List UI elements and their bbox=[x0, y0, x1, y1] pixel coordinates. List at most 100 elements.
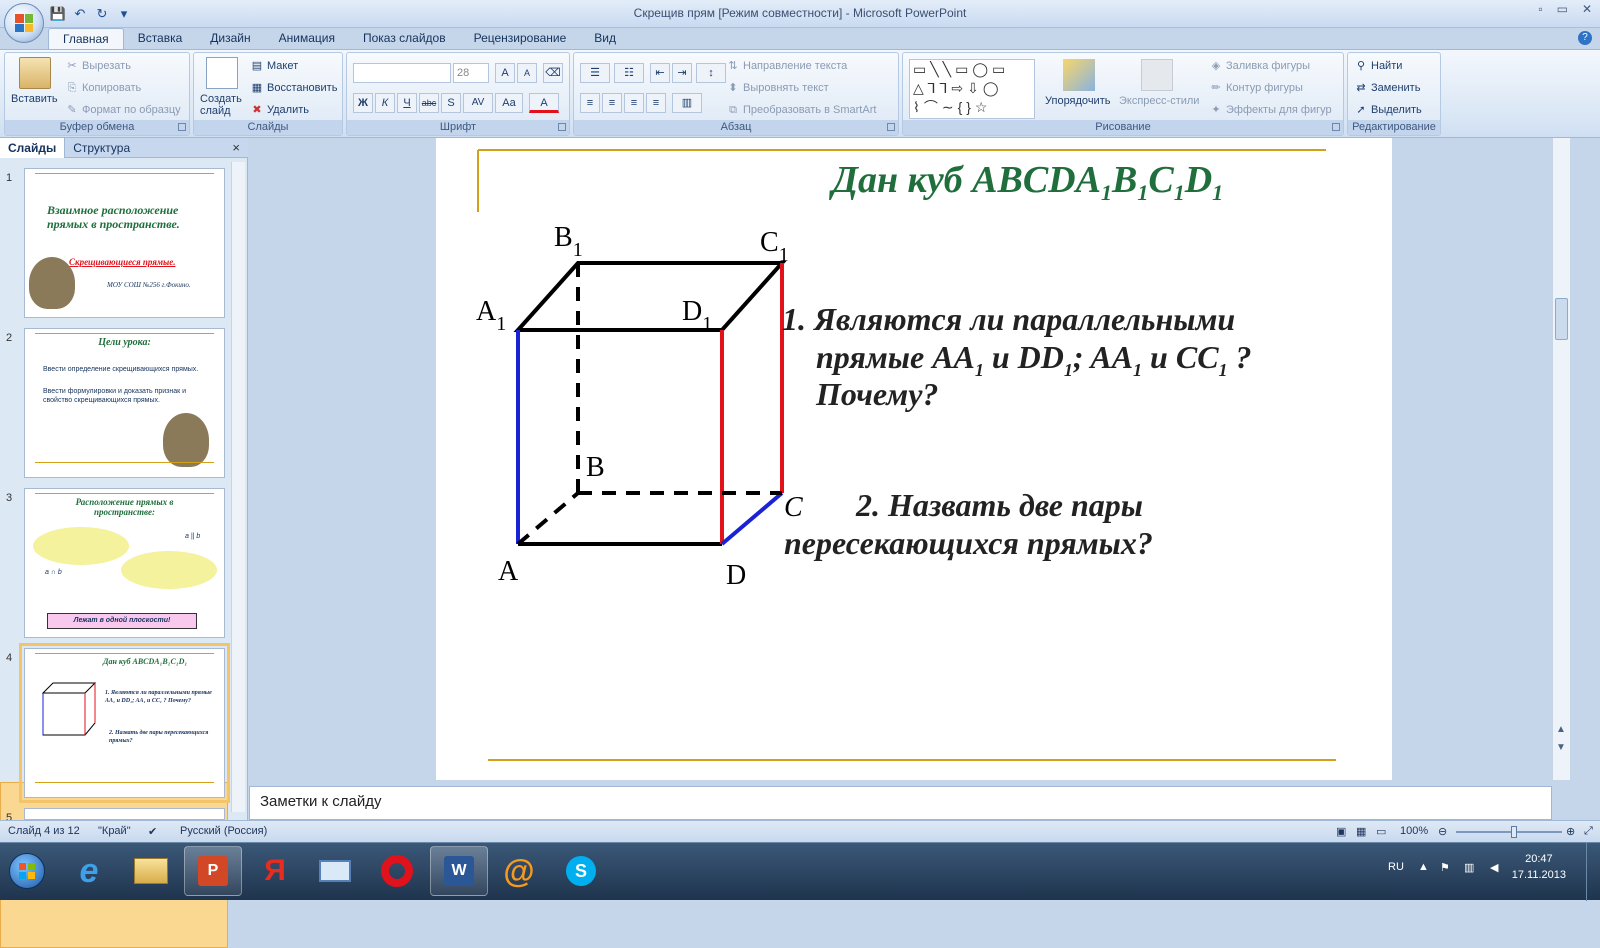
redo-icon[interactable]: ↻ bbox=[94, 6, 110, 22]
slide-thumbnail-1[interactable]: Взаимное расположение прямых в пространс… bbox=[24, 168, 225, 318]
volume-icon[interactable]: ◀ bbox=[1490, 861, 1498, 874]
tab-slides[interactable]: Слайды bbox=[0, 138, 66, 158]
align-right-icon[interactable]: ≡ bbox=[624, 93, 644, 113]
bold-button[interactable]: Ж bbox=[353, 93, 373, 113]
qat-more-icon[interactable]: ▾ bbox=[116, 6, 132, 22]
opera-taskbar-icon[interactable] bbox=[368, 846, 426, 896]
tab-review[interactable]: Рецензирование bbox=[460, 28, 581, 50]
prev-slide-icon[interactable]: ▲ bbox=[1556, 724, 1566, 735]
reset-button[interactable]: ▦ Восстановить bbox=[250, 81, 338, 95]
tab-design[interactable]: Дизайн bbox=[196, 28, 264, 50]
scroll-thumb[interactable] bbox=[1555, 298, 1568, 340]
clear-format-icon[interactable]: ⌫ bbox=[543, 63, 563, 83]
clock[interactable]: 20:47 17.11.2013 bbox=[1512, 851, 1566, 883]
start-button[interactable] bbox=[2, 846, 52, 896]
spellcheck-icon[interactable]: ✔ bbox=[148, 825, 157, 838]
format-painter-button[interactable]: ✎ Формат по образцу bbox=[65, 103, 180, 117]
network-icon[interactable]: ▥ bbox=[1464, 861, 1474, 874]
paragraph-launcher-icon[interactable] bbox=[887, 123, 895, 131]
tab-view[interactable]: Вид bbox=[580, 28, 630, 50]
slide-thumbnail-3[interactable]: Расположение прямых в пространстве: a ||… bbox=[24, 488, 225, 638]
next-slide-icon[interactable]: ▼ bbox=[1556, 742, 1566, 753]
font-launcher-icon[interactable] bbox=[558, 123, 566, 131]
close-button[interactable]: ✕ bbox=[1582, 2, 1592, 16]
cut-button[interactable]: ✂ Вырезать bbox=[65, 59, 131, 73]
shape-fill-button[interactable]: ◈ Заливка фигуры bbox=[1209, 59, 1310, 73]
normal-view-icon[interactable]: ▣ bbox=[1336, 825, 1346, 838]
tab-insert[interactable]: Вставка bbox=[124, 28, 197, 50]
increase-indent-icon[interactable]: ⇥ bbox=[672, 63, 692, 83]
select-button[interactable]: ➚ Выделить bbox=[1354, 103, 1421, 117]
minimize-button[interactable]: ▫ bbox=[1538, 2, 1542, 16]
pane-close-icon[interactable]: × bbox=[232, 140, 240, 155]
undo-icon[interactable]: ↶ bbox=[72, 6, 88, 22]
yandex-taskbar-icon[interactable]: Я bbox=[246, 846, 304, 896]
pane-scrollbar[interactable] bbox=[231, 162, 245, 812]
shape-effects-button[interactable]: ✦ Эффекты для фигур bbox=[1209, 103, 1331, 117]
shrink-font-button[interactable]: A bbox=[517, 63, 537, 83]
numbering-icon[interactable]: ☷ bbox=[614, 63, 644, 83]
delete-slide-button[interactable]: ✖ Удалить bbox=[250, 103, 309, 117]
font-name-combo[interactable] bbox=[353, 63, 451, 83]
shapes-gallery[interactable]: ▭╲╲▭◯▭ △⅂⅂⇨⇩◯ ⌇⌒∼{}☆ bbox=[909, 59, 1035, 119]
zoom-in-icon[interactable]: ⊕ bbox=[1566, 825, 1575, 838]
paste-button[interactable]: Вставить bbox=[11, 93, 58, 105]
shadow-button[interactable]: S bbox=[441, 93, 461, 113]
justify-icon[interactable]: ≡ bbox=[646, 93, 666, 113]
change-case-button[interactable]: Aa bbox=[495, 93, 523, 113]
tab-slideshow[interactable]: Показ слайдов bbox=[349, 28, 460, 50]
skype-taskbar-icon[interactable]: S bbox=[552, 846, 610, 896]
bullets-icon[interactable]: ☰ bbox=[580, 63, 610, 83]
slideshow-view-icon[interactable]: ▭ bbox=[1376, 825, 1386, 838]
smartart-button[interactable]: ⧉ Преобразовать в SmartArt bbox=[726, 103, 876, 117]
office-button[interactable] bbox=[4, 3, 44, 43]
maximize-button[interactable]: ▭ bbox=[1557, 2, 1568, 16]
strikethrough-button[interactable]: abc bbox=[419, 93, 439, 113]
fit-window-icon[interactable]: ⤢ bbox=[1584, 825, 1593, 838]
grow-font-button[interactable]: A bbox=[495, 63, 515, 83]
font-size-combo[interactable]: 28 bbox=[453, 63, 489, 83]
slide-thumbnail-4[interactable]: Дан куб ABCDA₁B₁C₁D₁ 1. Являются ли пара… bbox=[19, 643, 230, 803]
font-color-button[interactable]: A bbox=[529, 93, 559, 113]
slide-canvas[interactable]: Дан куб ABCDA1B1C1D1 A1 B1 C1 D1 B A D C… bbox=[436, 138, 1392, 780]
replace-button[interactable]: ⇄ Заменить bbox=[1354, 81, 1420, 95]
italic-button[interactable]: К bbox=[375, 93, 395, 113]
explorer-taskbar-icon[interactable] bbox=[122, 846, 180, 896]
copy-button[interactable]: ⎘ Копировать bbox=[65, 81, 142, 95]
line-spacing-icon[interactable]: ↕ bbox=[696, 63, 726, 83]
zoom-slider[interactable] bbox=[1456, 826, 1562, 838]
powerpoint-taskbar-icon[interactable]: P bbox=[184, 846, 242, 896]
underline-button[interactable]: Ч bbox=[397, 93, 417, 113]
notes-field[interactable]: Заметки к слайду bbox=[249, 786, 1552, 820]
align-left-icon[interactable]: ≡ bbox=[580, 93, 600, 113]
quick-styles-button[interactable]: Экспресс-стили bbox=[1119, 95, 1199, 107]
shape-outline-button[interactable]: ✏ Контур фигуры bbox=[1209, 81, 1303, 95]
char-spacing-button[interactable]: AV bbox=[463, 93, 493, 113]
show-desktop-button[interactable] bbox=[1586, 843, 1600, 901]
decrease-indent-icon[interactable]: ⇤ bbox=[650, 63, 670, 83]
word-taskbar-icon[interactable]: W bbox=[430, 846, 488, 896]
flag-icon[interactable]: ⚑ bbox=[1440, 861, 1450, 874]
slide-thumbnail-5[interactable] bbox=[24, 808, 225, 820]
slide-scrollbar[interactable]: ▲ ▼ bbox=[1552, 138, 1570, 780]
zoom-slider-thumb[interactable] bbox=[1511, 826, 1518, 838]
tab-outline[interactable]: Структура bbox=[65, 138, 138, 158]
mailru-agent-taskbar-icon[interactable]: @ bbox=[490, 846, 548, 896]
save-icon[interactable]: 💾 bbox=[50, 6, 66, 22]
new-slide-button[interactable]: Создать слайд bbox=[200, 93, 246, 117]
align-center-icon[interactable]: ≡ bbox=[602, 93, 622, 113]
align-text-button[interactable]: ⬍ Выровнять текст bbox=[726, 81, 828, 95]
tab-home[interactable]: Главная bbox=[48, 28, 124, 50]
language-indicator[interactable]: RU bbox=[1388, 861, 1404, 873]
columns-icon[interactable]: ▥ bbox=[672, 93, 702, 113]
text-direction-button[interactable]: ⇅ Направление текста bbox=[726, 59, 847, 73]
drawing-launcher-icon[interactable] bbox=[1332, 123, 1340, 131]
tab-animation[interactable]: Анимация bbox=[265, 28, 349, 50]
layout-button[interactable]: ▤ Макет bbox=[250, 59, 298, 73]
tray-arrow-icon[interactable]: ▲ bbox=[1418, 861, 1429, 873]
arrange-button[interactable]: Упорядочить bbox=[1045, 95, 1110, 107]
sorter-view-icon[interactable]: ▦ bbox=[1356, 825, 1366, 838]
find-button[interactable]: ⚲ Найти bbox=[1354, 59, 1402, 73]
help-icon[interactable]: ? bbox=[1578, 31, 1592, 45]
mail-taskbar-icon[interactable] bbox=[306, 846, 364, 896]
